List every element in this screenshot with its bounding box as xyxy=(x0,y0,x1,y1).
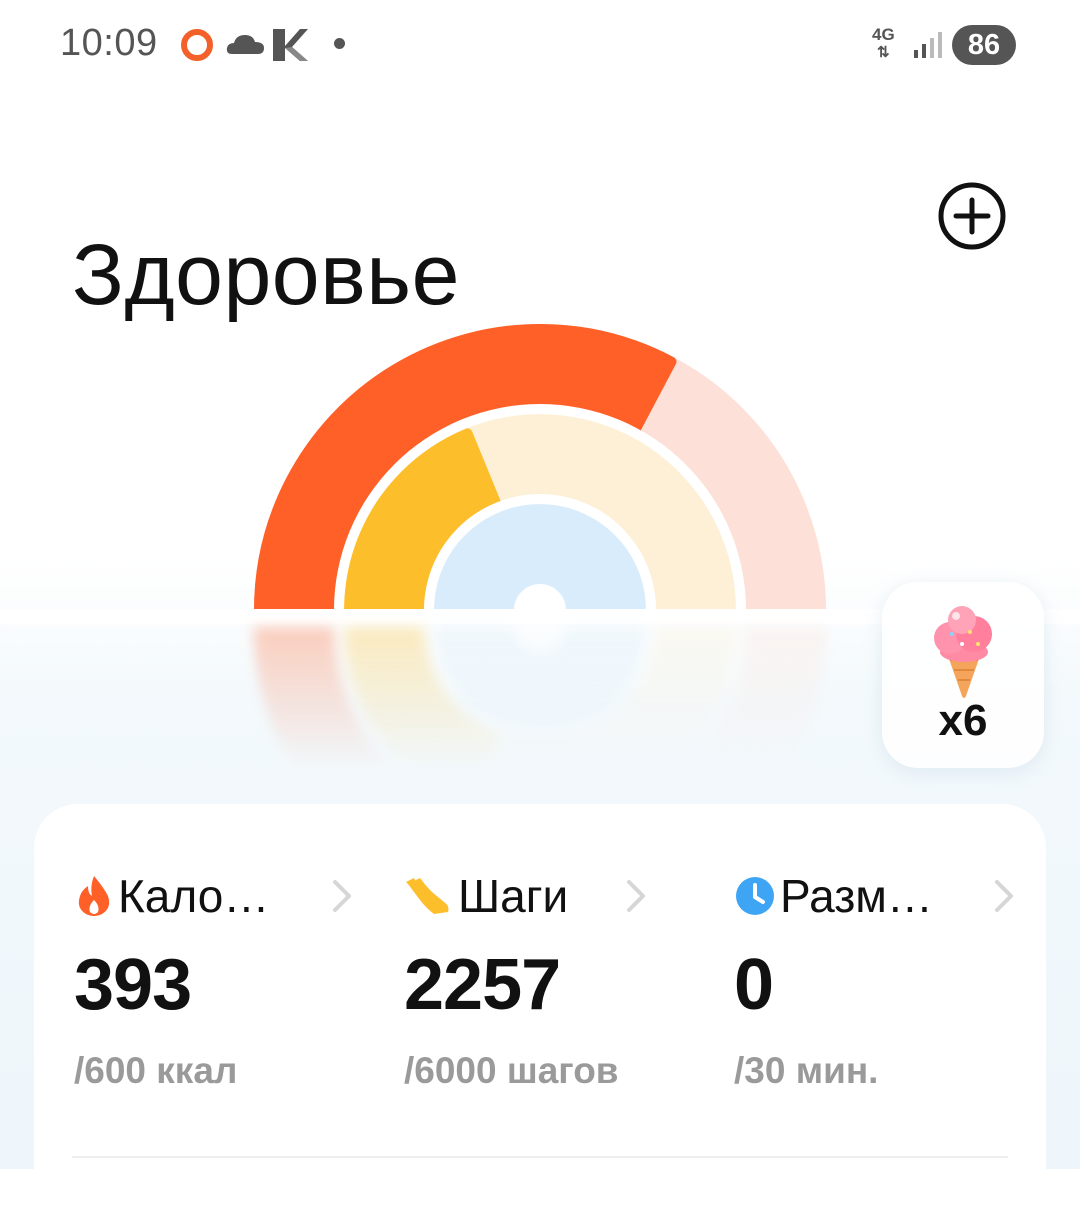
stat-label-steps: Шаги xyxy=(458,870,569,922)
stat-minutes[interactable]: Разм… 0 /30 мин. xyxy=(694,804,1014,1134)
stat-label-calories: Кало… xyxy=(118,870,270,922)
stat-steps[interactable]: Шаги 2257 /6000 шагов xyxy=(364,804,684,1134)
record-ring-icon xyxy=(181,29,213,61)
stat-calories[interactable]: Кало… 393 /600 ккал xyxy=(34,804,354,1134)
network-type-label: 4G ⇅ xyxy=(872,25,895,61)
reward-badge[interactable]: x6 xyxy=(882,582,1044,768)
reward-count: x6 xyxy=(938,696,988,745)
app-k-icon xyxy=(273,29,308,61)
shoe-icon xyxy=(406,878,449,914)
clock-icon xyxy=(736,877,774,915)
status-time: 10:09 xyxy=(60,22,158,64)
chevron-right-icon xyxy=(333,880,351,912)
stat-goal-steps: /6000 шагов xyxy=(404,1050,619,1091)
plus-circle-icon[interactable] xyxy=(936,180,1008,252)
stats-card: Кало… 393 /600 ккал Шаги 2257 /6000 шаго… xyxy=(34,804,1046,1224)
stat-goal-minutes: /30 мин. xyxy=(734,1050,879,1091)
ice-cream-icon xyxy=(934,606,992,698)
notification-dot xyxy=(334,38,345,49)
signal-icon xyxy=(914,32,942,58)
battery-indicator: 86 xyxy=(952,25,1016,65)
stats-divider xyxy=(72,1156,1008,1158)
stat-value-calories: 393 xyxy=(74,945,192,1025)
stat-value-steps: 2257 xyxy=(404,945,561,1025)
stat-label-minutes: Разм… xyxy=(780,870,933,922)
stat-goal-calories: /600 ккал xyxy=(74,1050,238,1091)
status-bar: 10:09 4G ⇅ 86 xyxy=(0,0,1080,90)
stat-value-minutes: 0 xyxy=(734,945,774,1025)
flame-icon xyxy=(78,876,110,916)
chevron-right-icon xyxy=(627,880,645,912)
cloud-icon xyxy=(226,35,264,54)
chevron-right-icon xyxy=(995,880,1013,912)
